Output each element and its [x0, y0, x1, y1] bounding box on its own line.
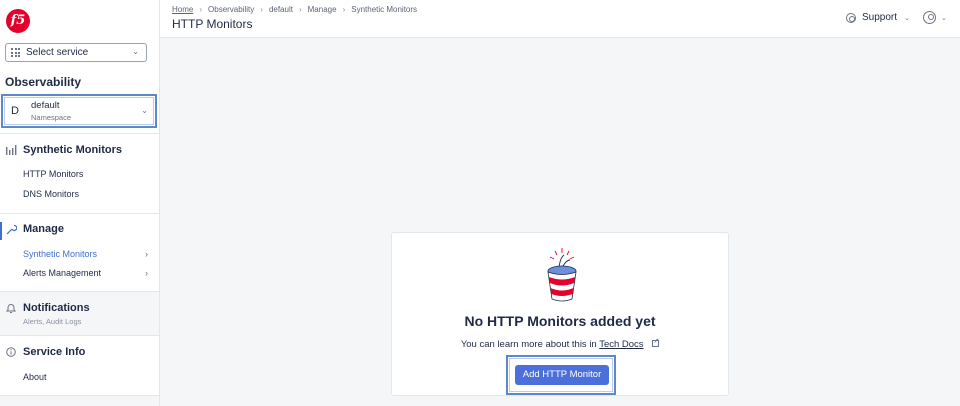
nav-group-title: Synthetic Monitors: [23, 144, 123, 156]
main-content: No HTTP Monitors added yet You can learn…: [160, 38, 960, 406]
user-menu[interactable]: ⌄: [923, 11, 947, 24]
nav-group-title: Notifications: [23, 302, 90, 314]
tech-docs-link[interactable]: Tech Docs: [599, 339, 643, 350]
sidebar-footer: [0, 395, 159, 406]
breadcrumb-separator: ›: [298, 5, 302, 14]
sidebar-item-synthetic-monitors[interactable]: Synthetic Monitors ›: [23, 249, 148, 259]
breadcrumb: Home › Observability › default › Manage …: [172, 5, 417, 14]
service-select[interactable]: Select service ⌄: [5, 43, 147, 62]
section-title: Observability: [5, 75, 82, 89]
empty-state-description: You can learn more about this in Tech Do…: [392, 337, 728, 350]
nav-group-synthetic-monitors: Synthetic Monitors HTTP Monitors DNS Mon…: [0, 133, 159, 213]
nav-group-notifications[interactable]: Notifications Alerts, Audit Logs: [0, 291, 159, 335]
nav-group-title: Service Info: [23, 346, 86, 358]
nav-group-manage: Manage Synthetic Monitors › Alerts Manag…: [0, 213, 159, 291]
sidebar-item-dns-monitors[interactable]: DNS Monitors: [23, 189, 79, 199]
empty-state-card: No HTTP Monitors added yet You can learn…: [391, 232, 729, 396]
support-icon: [846, 12, 856, 23]
external-link-icon: [652, 337, 660, 347]
nav-group-hint: Alerts, Audit Logs: [23, 317, 82, 326]
nav-group-title: Manage: [23, 223, 64, 235]
page-header: Home › Observability › default › Manage …: [160, 0, 960, 38]
chevron-right-icon: ›: [145, 268, 148, 278]
breadcrumb-item: Manage: [307, 5, 337, 14]
chevron-down-icon: ⌄: [904, 14, 910, 22]
empty-state-title: No HTTP Monitors added yet: [464, 313, 656, 329]
breadcrumb-separator: ›: [342, 5, 346, 14]
breadcrumb-item: Synthetic Monitors: [351, 5, 418, 14]
sidebar-item-alerts-management[interactable]: Alerts Management ›: [23, 268, 148, 278]
sidebar-item-label: Alerts Management: [23, 268, 102, 278]
bell-icon: [5, 303, 17, 314]
sidebar-item-about[interactable]: About: [23, 372, 47, 382]
grid-icon: [11, 48, 21, 57]
wrench-icon: [6, 224, 18, 235]
f5-logo[interactable]: f5: [6, 9, 30, 33]
chevron-down-icon: ⌄: [141, 106, 148, 115]
chevron-down-icon: ⌄: [941, 14, 947, 22]
bar-chart-icon: [6, 145, 17, 156]
breadcrumb-home[interactable]: Home: [172, 5, 193, 14]
nav-group-service-info: Service Info About: [0, 335, 159, 395]
sidebar-item-label: Synthetic Monitors: [23, 249, 98, 259]
support-label: Support: [862, 12, 898, 23]
service-select-label: Select service: [26, 47, 89, 58]
empty-state-text: You can learn more about this in: [460, 339, 597, 350]
plant-pot-illustration: [547, 248, 577, 302]
info-icon: [6, 347, 17, 358]
namespace-sublabel: Namespace: [31, 112, 72, 122]
add-button-focus-ring: Add HTTP Monitor: [506, 355, 616, 395]
namespace-avatar: D: [11, 105, 19, 117]
page-title: HTTP Monitors: [172, 17, 253, 31]
breadcrumb-item: default: [268, 5, 293, 14]
sidebar: f5 Select service ⌄ Observability D defa…: [0, 0, 160, 406]
chevron-down-icon: ⌄: [132, 47, 139, 56]
breadcrumb-separator: ›: [199, 5, 203, 14]
add-http-monitor-button[interactable]: Add HTTP Monitor: [515, 365, 609, 385]
namespace-selector[interactable]: D default Namespace ⌄: [1, 94, 157, 128]
breadcrumb-separator: ›: [260, 5, 263, 14]
active-indicator: [0, 222, 2, 240]
sidebar-item-http-monitors[interactable]: HTTP Monitors: [23, 169, 83, 179]
chevron-right-icon: ›: [145, 249, 148, 259]
namespace-name: default: [31, 99, 60, 111]
user-avatar-icon: [923, 11, 936, 24]
breadcrumb-item: Observability: [208, 5, 255, 14]
support-menu[interactable]: Support ⌄: [846, 12, 910, 23]
